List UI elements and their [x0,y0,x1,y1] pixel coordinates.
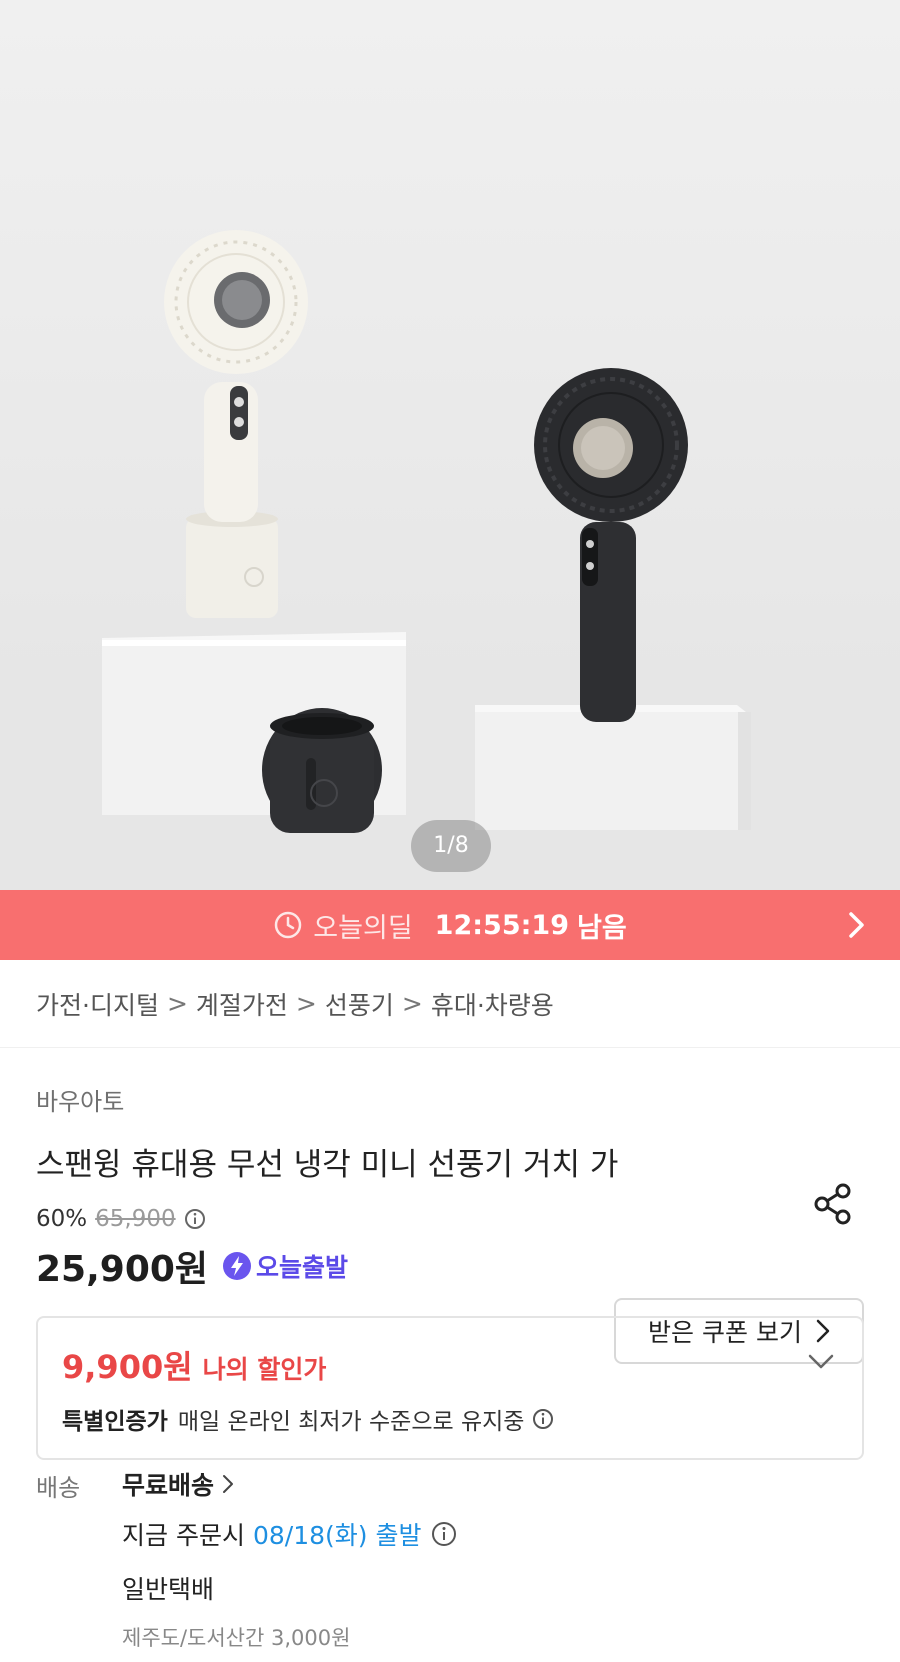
clock-icon [275,911,302,939]
chevron-right-icon[interactable] [848,911,866,939]
today-shipping-label: 오늘출발 [256,1253,349,1282]
delivery-section: 배송 무료배송 지금 주문시 08/18(화) 출발 일반택배 제주도/도서산간… [0,1464,900,1652]
info-icon[interactable] [431,1521,457,1547]
brand-name[interactable]: 바우아토 [36,1082,864,1117]
carrier-type: 일반택배 [122,1575,215,1604]
deal-label: 오늘의딜 [313,912,413,944]
chevron-right-icon [223,1475,234,1493]
extra-shipping-fee: 제주도/도서산간 3,000원 [122,1626,351,1650]
info-icon[interactable] [532,1408,554,1430]
lightning-icon [223,1252,252,1280]
breadcrumb-separator: > [295,989,317,1018]
product-photo [0,230,900,890]
special-cert-title: 특별인증가 [62,1409,168,1435]
image-counter: 1/8 [411,820,491,872]
breadcrumb-separator: > [166,989,188,1018]
product-info: 바우아토 스팬윙 휴대용 무선 냉각 미니 선풍기 거치 가 60% 65,90… [0,1082,900,1460]
product-title: 스팬윙 휴대용 무선 냉각 미니 선풍기 거치 가 [36,1147,619,1183]
breadcrumb-separator: > [401,989,423,1018]
special-cert-description: 매일 온라인 최저가 수준으로 유지중 [177,1409,525,1435]
discount-rate: 60% [36,1206,88,1232]
breadcrumb: 가전·디지털 > 계절가전 > 선풍기 > 휴대·차량용 [0,960,900,1048]
delivery-label: 배송 [36,1474,81,1502]
product-image-gallery[interactable]: 1/8 [0,0,900,890]
breadcrumb-item-seasonal[interactable]: 계절가전 [196,986,288,1022]
deal-timer-suffix: 남음 [577,912,627,944]
info-icon[interactable] [184,1208,206,1230]
breadcrumb-item-portable[interactable]: 휴대·차량용 [431,986,554,1022]
ship-date: 08/18(화) 출발 [252,1521,422,1550]
price-row: 25,900원 오늘출발 [36,1240,864,1292]
free-shipping-link[interactable]: 무료배송 [122,1464,864,1504]
today-deal-banner[interactable]: 오늘의딜 12:55:19 남음 [0,890,900,960]
my-discount-box[interactable]: 9,900원 나의 할인가 특별인증가 매일 온라인 최저가 수준으로 유지중 [36,1316,864,1460]
breadcrumb-item-fan[interactable]: 선풍기 [325,986,394,1022]
order-prefix: 지금 주문시 [122,1521,245,1550]
original-price: 65,900 [95,1206,176,1232]
free-shipping-label: 무료배송 [122,1471,215,1500]
breadcrumb-item-digital[interactable]: 가전·디지털 [36,986,159,1022]
my-discount-label: 나의 할인가 [202,1355,327,1384]
deal-timer: 12:55:19 [434,909,569,941]
sale-price: 25,900원 [36,1249,209,1290]
my-discount-price: 9,900원 [62,1348,193,1386]
ship-date-row: 지금 주문시 08/18(화) 출발 [122,1516,864,1552]
today-shipping-badge: 오늘출발 [222,1248,348,1284]
share-icon[interactable] [812,1182,854,1226]
chevron-down-icon[interactable] [808,1354,834,1370]
discount-row: 60% 65,900 [36,1206,864,1232]
